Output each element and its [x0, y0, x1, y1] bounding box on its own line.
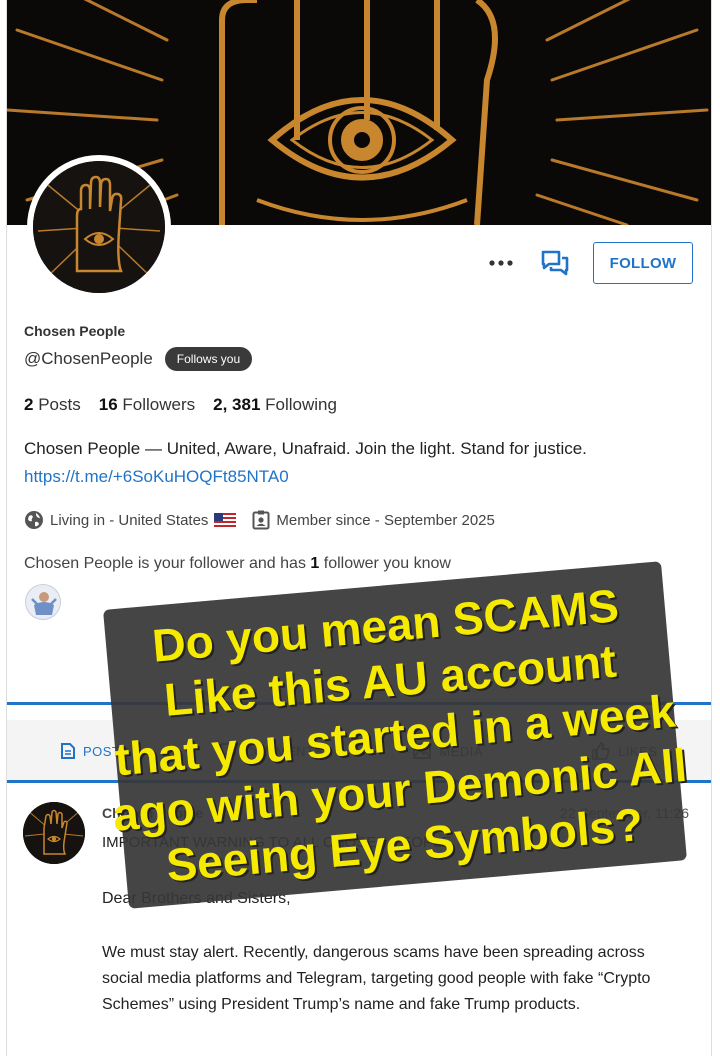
tab-likes[interactable]: LIKES — [537, 720, 712, 782]
posts-label: Posts — [38, 395, 81, 414]
image-icon — [413, 743, 432, 759]
member-since-text: Member since - September 2025 — [276, 511, 495, 529]
followers-count: 16 — [98, 395, 118, 414]
section-divider — [7, 702, 711, 705]
mutual-followers-note: Chosen People is your follower and has 1… — [24, 555, 451, 573]
more-options-button[interactable] — [481, 243, 521, 283]
post-author-name[interactable]: Chosen People — [102, 805, 203, 821]
profile-tabs: POSTS COMMENTS MEDIA LIKES — [7, 720, 712, 782]
ellipsis-icon — [489, 260, 513, 266]
followers-label: Followers — [122, 395, 196, 414]
post-greeting: Dear Brothers and Sisters, — [102, 890, 291, 907]
telegram-link[interactable]: https://t.me/+6SoKuHOQFt85NTA0 — [24, 467, 289, 487]
mutual-note-suffix: follower you know — [319, 555, 451, 572]
post-body: We must stay alert. Recently, dangerous … — [102, 944, 651, 1013]
following-label: Following — [265, 395, 337, 414]
post-item[interactable]: Chosen People 22 September, 11:26 IMPORT… — [7, 790, 711, 1056]
tab-media-label: MEDIA — [439, 743, 484, 759]
tab-comments-label: COMMENTS — [243, 743, 324, 759]
profile-actions: FOLLOW — [481, 242, 693, 284]
tab-likes-label: LIKES — [618, 743, 658, 759]
posts-count: 2 — [24, 395, 34, 414]
caption-line: Like this AU account — [162, 634, 619, 726]
posts-stat[interactable]: 2 Posts — [24, 395, 81, 415]
member-since-item: Member since - September 2025 — [252, 510, 495, 530]
profile-page: FOLLOW Chosen People @ChosenPeople Follo… — [6, 0, 712, 1056]
caption-line: Do you mean SCAMS — [150, 578, 621, 672]
following-stat[interactable]: 2, 381 Following — [213, 395, 337, 415]
message-button[interactable] — [535, 243, 575, 283]
followers-stat[interactable]: 16 Followers — [99, 395, 195, 415]
username-handle: @ChosenPeople — [24, 349, 153, 368]
profile-bio: Chosen People — United, Aware, Unafraid.… — [24, 439, 587, 458]
handle-row: @ChosenPeople Follows you — [24, 347, 253, 371]
us-flag-icon — [214, 513, 237, 527]
tab-posts[interactable]: POSTS — [7, 720, 184, 782]
id-badge-icon — [252, 510, 270, 530]
mutual-note-count: 1 — [310, 555, 320, 572]
tab-posts-label: POSTS — [82, 743, 130, 759]
profile-avatar[interactable] — [27, 155, 171, 299]
profile-meta: Living in - United States Member since -… — [24, 510, 511, 530]
profile-stats: 2 Posts 16 Followers 2, 381 Following — [24, 395, 337, 415]
post-headline: IMPORTANT WARNING TO ALL CHOSEN PEOPLE — [102, 834, 452, 851]
comment-icon — [219, 743, 236, 759]
active-tab-underline — [7, 780, 711, 783]
following-count: 2, 381 — [213, 395, 261, 414]
post-author-avatar[interactable] — [23, 802, 85, 864]
tab-comments[interactable]: COMMENTS — [184, 720, 361, 782]
display-name: Chosen People — [24, 323, 126, 339]
living-in-text: Living in - United States — [50, 511, 209, 529]
thumbs-up-icon — [592, 742, 610, 760]
post-timestamp: 22 September, 11:26 — [560, 805, 689, 821]
globe-icon — [24, 510, 44, 530]
follow-button[interactable]: FOLLOW — [593, 242, 693, 284]
mutual-follower-avatar[interactable] — [25, 584, 61, 620]
tab-media[interactable]: MEDIA — [360, 720, 537, 782]
chat-bubbles-icon — [541, 250, 569, 276]
mutual-note-prefix: Chosen People is your follower and has — [24, 555, 311, 572]
hand-eye-avatar-image — [33, 161, 165, 293]
location-item: Living in - United States — [24, 510, 237, 530]
follows-you-badge: Follows you — [164, 347, 253, 371]
document-icon — [60, 743, 75, 759]
